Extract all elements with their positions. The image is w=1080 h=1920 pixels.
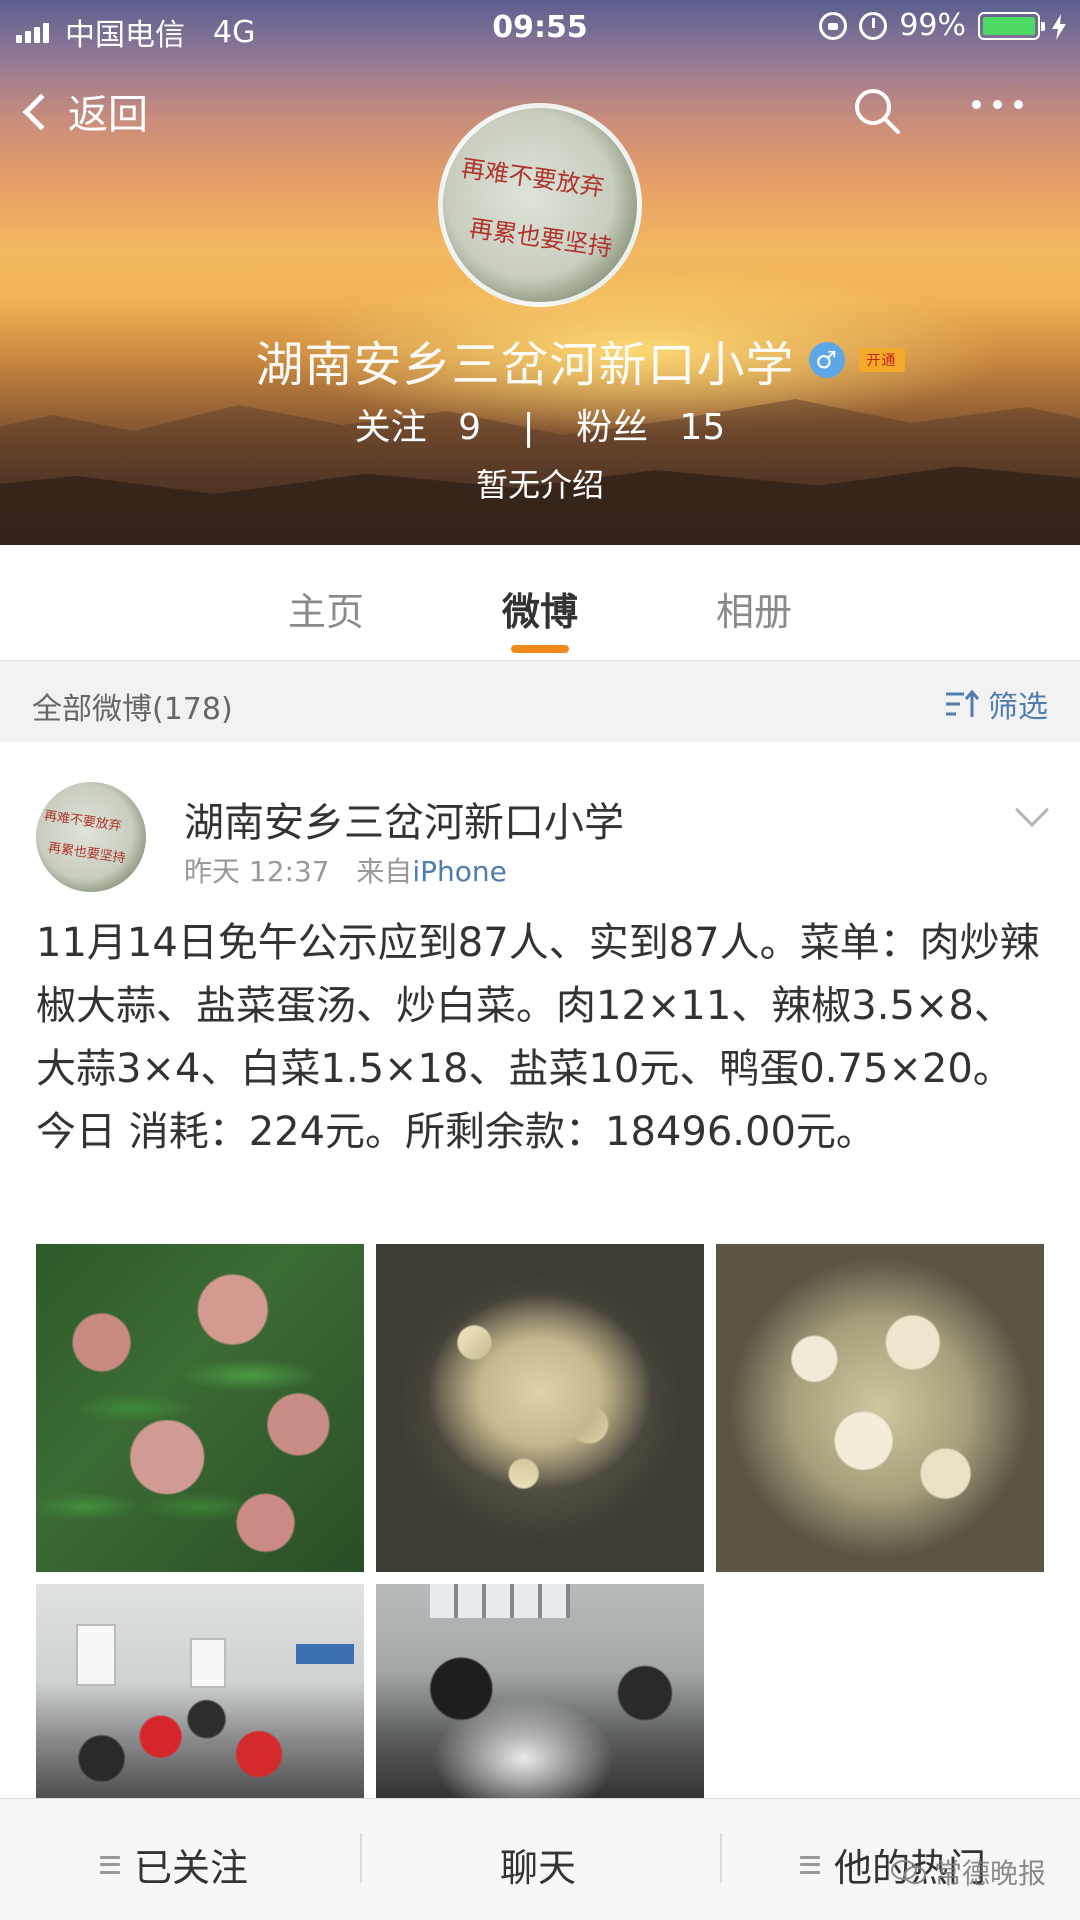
active-tab-indicator xyxy=(511,645,569,653)
post-avatar-text-line2: 再累也要坚持 xyxy=(47,840,127,867)
followers-link[interactable]: 粉丝 15 xyxy=(566,407,735,448)
chat-button[interactable]: 聊天 xyxy=(500,1837,576,1892)
post-card: 再难不要放弃 再累也要坚持 湖南安乡三岔河新口小学 昨天 12:37 来自iPh… xyxy=(0,742,1080,1802)
watermark-text: 常德晚报 xyxy=(933,1857,1046,1890)
post-author-avatar[interactable]: 再难不要放弃 再累也要坚持 xyxy=(36,782,146,892)
filter-bar: 全部微博(178) 筛选 xyxy=(0,662,1080,742)
divider xyxy=(720,1833,722,1883)
follow-stats: 关注 9 | 粉丝 15 xyxy=(0,398,1080,450)
more-icon[interactable] xyxy=(972,100,1023,109)
male-icon: ♂ xyxy=(808,342,845,378)
filter-label: 筛选 xyxy=(988,690,1048,725)
post-photo-5[interactable] xyxy=(376,1584,704,1802)
post-count-label: 全部微博(178) xyxy=(32,692,233,727)
search-icon[interactable] xyxy=(852,86,902,136)
back-label: 返回 xyxy=(68,92,148,138)
avatar-text-line1: 再难不要放弃 xyxy=(459,154,606,202)
post-photo-2[interactable] xyxy=(376,1244,704,1572)
stats-separator: | xyxy=(522,407,535,448)
alarm-icon xyxy=(859,11,888,40)
filter-icon xyxy=(946,689,980,717)
rotation-lock-icon xyxy=(819,11,848,40)
divider xyxy=(360,1833,362,1883)
post-time: 昨天 12:37 xyxy=(184,855,330,888)
wechat-icon xyxy=(890,1860,926,1884)
battery-percent: 99% xyxy=(899,8,966,43)
back-button[interactable]: 返回 xyxy=(22,82,148,140)
followers-count: 15 xyxy=(679,407,726,448)
following-link[interactable]: 关注 9 xyxy=(345,407,491,448)
chevron-left-icon xyxy=(22,93,60,131)
profile-tabs: 主页 微博 相册 xyxy=(0,545,1080,661)
chevron-down-icon[interactable] xyxy=(1015,793,1049,827)
profile-bio: 暂无介绍 xyxy=(475,466,604,504)
member-badge[interactable]: 开通 xyxy=(858,348,905,372)
profile-name-row: 湖南安乡三岔河新口小学 ♂ 开通 xyxy=(0,325,1080,395)
tab-weibo[interactable]: 微博 xyxy=(502,581,578,636)
battery-icon xyxy=(978,11,1045,40)
followers-label: 粉丝 xyxy=(576,407,649,448)
watermark: 常德晚报 xyxy=(890,1852,1046,1892)
chat-label: 聊天 xyxy=(500,1846,577,1890)
filter-button[interactable]: 筛选 xyxy=(944,682,1048,726)
profile-name: 湖南安乡三岔河新口小学 xyxy=(255,337,795,393)
post-avatar-text-line1: 再难不要放弃 xyxy=(43,808,123,835)
post-photo-3[interactable] xyxy=(716,1244,1044,1572)
charging-icon xyxy=(1052,13,1066,40)
post-photo-1[interactable] xyxy=(36,1244,364,1572)
menu-icon xyxy=(100,1855,120,1874)
menu-icon xyxy=(800,1855,820,1874)
avatar-text-line2: 再累也要坚持 xyxy=(467,214,614,262)
following-label: 关注 xyxy=(354,407,427,448)
tab-album[interactable]: 相册 xyxy=(716,581,792,636)
tab-home[interactable]: 主页 xyxy=(288,581,364,636)
following-count: 9 xyxy=(458,407,482,448)
followed-label: 已关注 xyxy=(134,1846,249,1890)
followed-button[interactable]: 已关注 xyxy=(100,1837,248,1892)
post-author-name[interactable]: 湖南安乡三岔河新口小学 xyxy=(184,790,624,848)
post-text: 11月14日免午公示应到87人、实到87人。菜单：肉炒辣椒大蒜、盐菜蛋汤、炒白菜… xyxy=(36,920,1040,1155)
post-source[interactable]: iPhone xyxy=(412,855,507,888)
profile-avatar[interactable]: 再难不要放弃 再累也要坚持 xyxy=(438,103,642,307)
post-photo-4[interactable] xyxy=(36,1584,364,1802)
status-bar: 中国电信 4G 09:55 99% xyxy=(0,0,1080,54)
status-right: 99% xyxy=(819,8,1066,43)
post-meta: 昨天 12:37 来自iPhone xyxy=(184,850,507,890)
post-source-prefix: 来自 xyxy=(356,855,413,888)
